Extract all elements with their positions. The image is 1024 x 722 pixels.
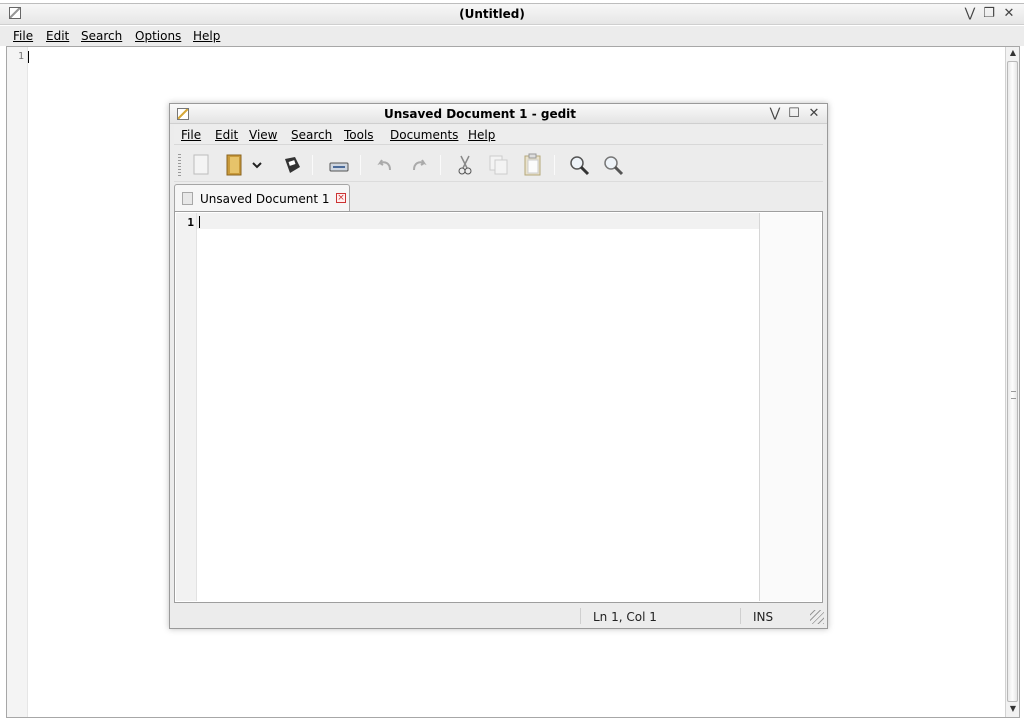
line-number-gutter: 1: [176, 213, 197, 601]
text-cursor: [199, 216, 200, 228]
menu-help[interactable]: Help: [193, 29, 220, 43]
menu-file[interactable]: File: [13, 29, 33, 43]
vertical-scrollbar[interactable]: ▲ ▼: [1005, 47, 1019, 717]
cut-icon[interactable]: [453, 153, 477, 177]
open-dropdown-icon[interactable]: [249, 153, 265, 177]
gedit-window-title: Unsaved Document 1 - gedit: [383, 107, 577, 121]
menu-search[interactable]: Search: [81, 29, 122, 43]
outer-titlebar[interactable]: (Untitled) ⋁ ❐ ✕: [0, 3, 1024, 25]
document-icon: [182, 192, 193, 205]
statusbar: Ln 1, Col 1 INS: [170, 605, 827, 627]
tab-unsaved-document-1[interactable]: Unsaved Document 1 ×: [174, 184, 350, 212]
line-number: 1: [17, 51, 24, 62]
menu-view[interactable]: View: [249, 128, 277, 142]
menu-search[interactable]: Search: [291, 128, 332, 142]
outer-window-title: (Untitled): [459, 7, 525, 21]
menu-tools[interactable]: Tools: [344, 128, 374, 142]
toolbar-handle[interactable]: [178, 154, 181, 176]
minimize-icon[interactable]: ⋁: [767, 106, 783, 122]
tab-label: Unsaved Document 1: [200, 192, 330, 206]
scroll-down-icon[interactable]: ▼: [1008, 704, 1018, 714]
save-icon[interactable]: [280, 153, 304, 177]
toolbar-separator: [312, 155, 313, 175]
toolbar-separator: [440, 155, 441, 175]
text-cursor: [28, 51, 29, 63]
menu-options[interactable]: Options: [135, 29, 181, 43]
gedit-window: Unsaved Document 1 - gedit ⋁ ☐ ✕ File Ed…: [169, 103, 828, 629]
open-icon[interactable]: [223, 153, 247, 177]
cursor-position: Ln 1, Col 1: [593, 610, 657, 624]
paste-icon[interactable]: [521, 153, 545, 177]
close-icon[interactable]: ✕: [1001, 6, 1017, 22]
minimize-icon[interactable]: ⋁: [962, 6, 978, 22]
menu-help[interactable]: Help: [468, 128, 495, 142]
line-number: 1: [187, 216, 194, 229]
restore-icon[interactable]: ❐: [981, 6, 997, 22]
status-separator: [740, 608, 741, 624]
new-document-icon[interactable]: [189, 153, 213, 177]
current-line-highlight: [197, 213, 821, 229]
toolbar-separator: [360, 155, 361, 175]
gedit-titlebar[interactable]: Unsaved Document 1 - gedit ⋁ ☐ ✕: [170, 104, 827, 124]
menu-file[interactable]: File: [181, 128, 201, 142]
redo-icon[interactable]: [407, 153, 431, 177]
grip-icon: [1011, 391, 1016, 399]
copy-icon[interactable]: [487, 153, 511, 177]
menu-edit[interactable]: Edit: [46, 29, 69, 43]
scrollbar-thumb[interactable]: [1007, 61, 1018, 702]
toolbar-separator: [554, 155, 555, 175]
maximize-icon[interactable]: ☐: [786, 106, 802, 122]
resize-grip-icon[interactable]: [810, 610, 824, 624]
find-and-replace-icon[interactable]: [601, 153, 625, 177]
undo-icon[interactable]: [373, 153, 397, 177]
scroll-up-icon[interactable]: ▲: [1008, 48, 1018, 58]
menu-documents[interactable]: Documents: [390, 128, 458, 142]
tab-close-icon[interactable]: ×: [336, 193, 346, 203]
right-margin: [759, 213, 821, 601]
menu-edit[interactable]: Edit: [215, 128, 238, 142]
status-separator: [580, 608, 581, 624]
gedit-menubar: File Edit View Search Tools Documents He…: [174, 125, 823, 145]
insert-mode: INS: [753, 610, 774, 624]
print-icon[interactable]: [327, 153, 351, 177]
close-icon[interactable]: ✕: [806, 106, 822, 122]
find-icon[interactable]: [567, 153, 591, 177]
line-number-gutter: 1: [7, 47, 28, 717]
gedit-text-area[interactable]: 1: [174, 211, 823, 603]
gedit-toolbar: [174, 146, 823, 182]
outer-menubar: File Edit Search Options Help: [0, 26, 1024, 46]
